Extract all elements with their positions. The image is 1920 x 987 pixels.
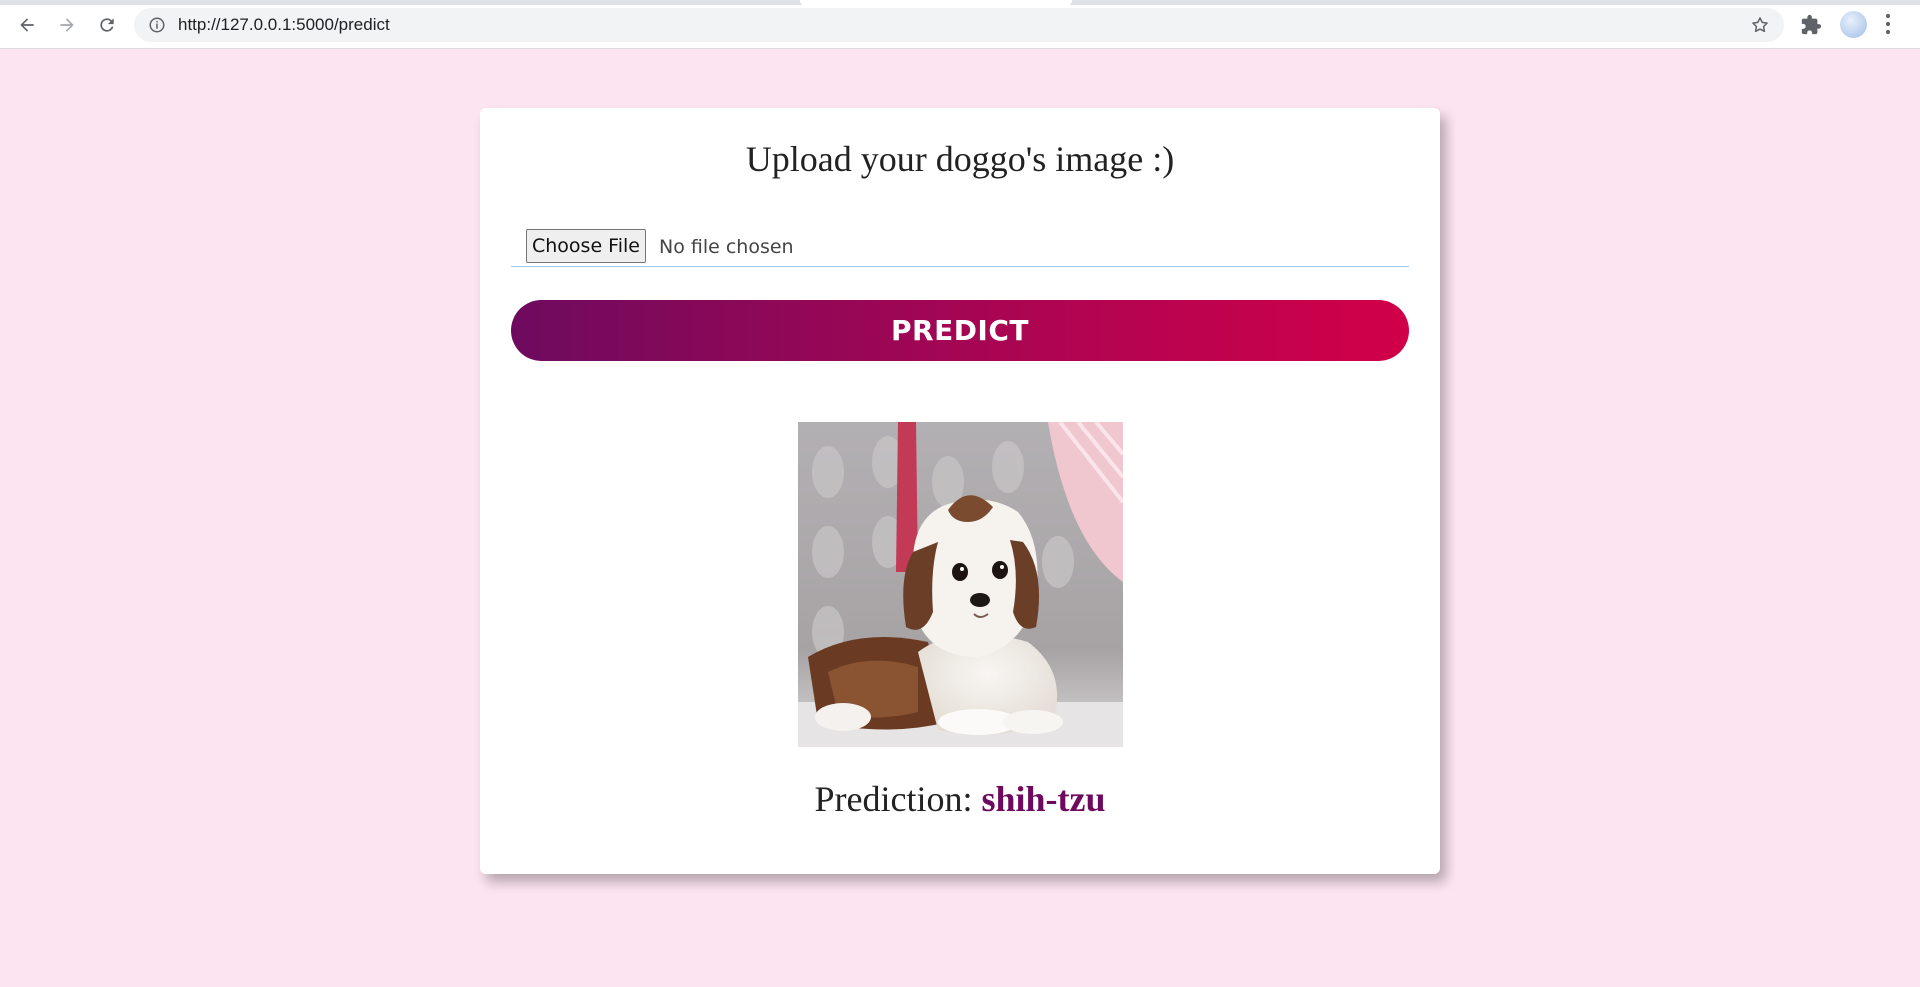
file-input[interactable]: Choose File No file chosen xyxy=(511,228,1409,267)
info-icon[interactable] xyxy=(148,16,166,34)
profile-avatar[interactable] xyxy=(1840,11,1867,38)
page-title: Upload your doggo's image :) xyxy=(745,139,1175,179)
back-arrow-icon xyxy=(20,18,34,32)
back-button[interactable] xyxy=(11,9,43,41)
reload-icon xyxy=(100,18,114,32)
active-tab-edge xyxy=(800,0,1072,5)
address-bar[interactable]: http://127.0.0.1:5000/predict xyxy=(134,8,1784,42)
file-status-text: No file chosen xyxy=(659,236,794,258)
choose-file-button[interactable]: Choose File xyxy=(526,229,646,263)
upload-card: Upload your doggo's image :) Choose File… xyxy=(480,108,1440,874)
url-text[interactable]: http://127.0.0.1:5000/predict xyxy=(178,8,390,42)
prediction-value: shih-tzu xyxy=(981,779,1106,819)
browser-toolbar: http://127.0.0.1:5000/predict xyxy=(0,0,1920,49)
prediction-label: Prediction: xyxy=(814,779,973,819)
forward-button[interactable] xyxy=(51,9,83,41)
forward-arrow-icon xyxy=(60,18,74,32)
predict-button[interactable]: PREDICT xyxy=(511,300,1409,361)
reload-button[interactable] xyxy=(91,9,123,41)
dog-image xyxy=(798,422,1123,747)
prediction-result: Prediction: shih-tzu xyxy=(480,778,1440,820)
kebab-menu-icon[interactable] xyxy=(1884,13,1892,35)
puzzle-icon[interactable] xyxy=(1800,14,1822,36)
star-icon[interactable] xyxy=(1750,15,1770,35)
